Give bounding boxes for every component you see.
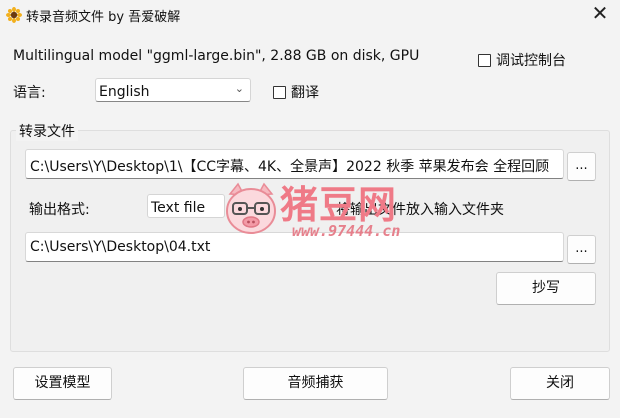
transcribe-button[interactable]: 抄写	[496, 272, 596, 305]
browse-output-button[interactable]: ...	[567, 235, 596, 264]
window-title: 转录音频文件 by 吾爱破解	[26, 10, 181, 25]
watermark-name: 猪豆网	[280, 183, 398, 227]
browse-input-button[interactable]: ...	[567, 152, 596, 181]
setup-model-button[interactable]: 设置模型	[13, 367, 112, 400]
debug-console-checkbox-box[interactable]	[478, 53, 491, 67]
translate-label: 翻译	[291, 85, 319, 101]
model-info-text: Multilingual model "ggml-large.bin", 2.8…	[13, 48, 420, 64]
output-format-label: 输出格式:	[29, 202, 90, 218]
sunflower-icon	[6, 7, 22, 23]
watermark: 猪豆网 www.97444.cn	[222, 180, 406, 244]
window-close-icon[interactable]: ✕	[588, 2, 612, 26]
translate-checkbox-box[interactable]	[273, 85, 286, 99]
output-format-select[interactable]: Text file	[147, 194, 225, 218]
pig-logo-icon	[226, 182, 276, 234]
language-select[interactable]: English ⌄	[95, 78, 251, 102]
close-button[interactable]: 关闭	[510, 367, 610, 400]
audio-capture-button[interactable]: 音频捕获	[243, 367, 388, 400]
debug-console-label: 调试控制台	[496, 53, 566, 69]
transcribe-group-label: 转录文件	[16, 121, 78, 141]
output-file-path-value: C:\Users\Y\Desktop\04.txt	[30, 239, 211, 255]
translate-checkbox[interactable]: 翻译	[273, 82, 319, 102]
chevron-down-icon: ⌄	[234, 82, 244, 95]
output-format-selected-value: Text file	[151, 200, 206, 216]
language-label: 语言:	[13, 85, 46, 101]
title-bar: 转录音频文件 by 吾爱破解 ✕	[0, 0, 620, 30]
language-selected-value: English	[99, 84, 150, 100]
watermark-url: www.97444.cn	[292, 222, 401, 240]
input-file-path-value: C:\Users\Y\Desktop\1\【CC字幕、4K、全景声】2022 秋…	[30, 159, 550, 175]
debug-console-checkbox[interactable]: 调试控制台	[478, 50, 566, 70]
